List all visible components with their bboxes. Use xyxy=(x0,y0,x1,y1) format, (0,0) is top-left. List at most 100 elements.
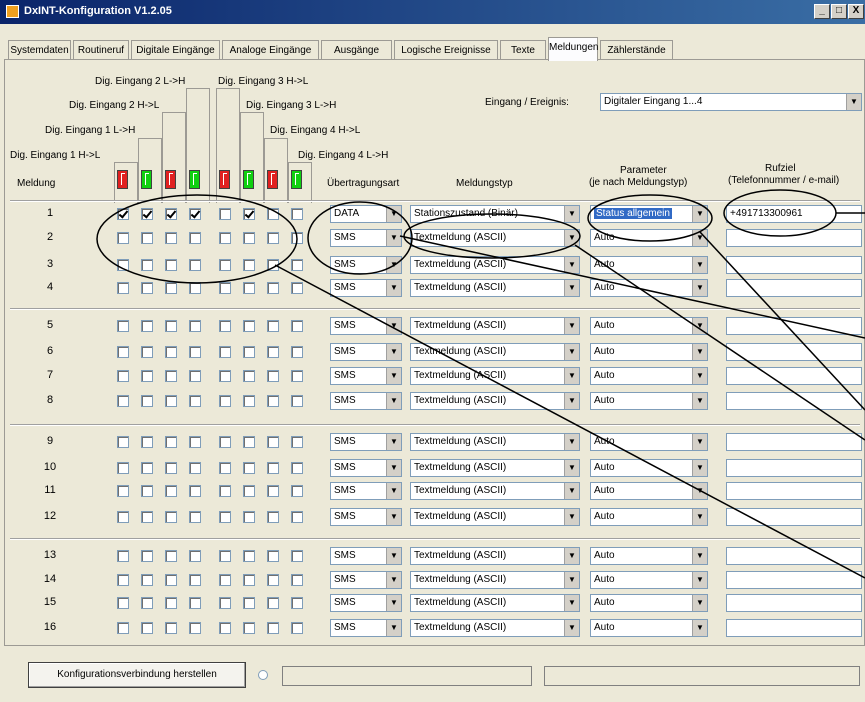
parameter-select[interactable]: Auto ▼ xyxy=(590,619,708,637)
event-checkbox[interactable] xyxy=(267,436,279,448)
event-checkbox[interactable] xyxy=(291,597,303,609)
rufziel-input[interactable]: +491713300961 xyxy=(726,205,862,223)
event-checkbox[interactable] xyxy=(291,320,303,332)
rufziel-input[interactable] xyxy=(726,392,862,410)
uebertragungsart-select[interactable]: SMS ▼ xyxy=(330,279,402,297)
meldungstyp-select[interactable]: Textmeldung (ASCII) ▼ xyxy=(410,229,580,247)
tab-routineruf[interactable]: Routineruf xyxy=(73,40,129,60)
event-checkbox[interactable] xyxy=(117,622,129,634)
parameter-select[interactable]: Auto ▼ xyxy=(590,482,708,500)
event-checkbox[interactable] xyxy=(291,370,303,382)
uebertragungsart-select[interactable]: SMS ▼ xyxy=(330,482,402,500)
event-checkbox[interactable] xyxy=(117,511,129,523)
event-checkbox[interactable] xyxy=(165,346,177,358)
meldungstyp-select[interactable]: Textmeldung (ASCII) ▼ xyxy=(410,547,580,565)
event-checkbox[interactable] xyxy=(165,395,177,407)
event-checkbox[interactable] xyxy=(243,436,255,448)
meldungstyp-select[interactable]: Textmeldung (ASCII) ▼ xyxy=(410,571,580,589)
event-checkbox[interactable] xyxy=(267,232,279,244)
event-checkbox[interactable] xyxy=(291,462,303,474)
event-checkbox[interactable] xyxy=(189,395,201,407)
meldungstyp-select[interactable]: Textmeldung (ASCII) ▼ xyxy=(410,392,580,410)
event-checkbox[interactable] xyxy=(189,622,201,634)
parameter-select[interactable]: Auto ▼ xyxy=(590,392,708,410)
event-checkbox[interactable] xyxy=(189,232,201,244)
event-checkbox[interactable] xyxy=(291,485,303,497)
uebertragungsart-select[interactable]: SMS ▼ xyxy=(330,317,402,335)
meldungstyp-select[interactable]: Textmeldung (ASCII) ▼ xyxy=(410,459,580,477)
event-checkbox[interactable] xyxy=(165,436,177,448)
event-checkbox[interactable] xyxy=(267,597,279,609)
event-checkbox[interactable] xyxy=(219,259,231,271)
event-checkbox[interactable] xyxy=(141,511,153,523)
event-checkbox[interactable] xyxy=(189,511,201,523)
event-checkbox[interactable] xyxy=(267,574,279,586)
meldungstyp-select[interactable]: Textmeldung (ASCII) ▼ xyxy=(410,279,580,297)
event-checkbox[interactable] xyxy=(243,462,255,474)
event-checkbox[interactable] xyxy=(117,597,129,609)
event-checkbox[interactable] xyxy=(291,550,303,562)
event-checkbox[interactable] xyxy=(243,208,255,220)
event-checkbox[interactable] xyxy=(117,462,129,474)
event-checkbox[interactable] xyxy=(291,232,303,244)
rufziel-input[interactable] xyxy=(726,547,862,565)
event-checkbox[interactable] xyxy=(267,370,279,382)
event-checkbox[interactable] xyxy=(165,232,177,244)
uebertragungsart-select[interactable]: SMS ▼ xyxy=(330,433,402,451)
event-checkbox[interactable] xyxy=(141,436,153,448)
parameter-select[interactable]: Auto ▼ xyxy=(590,229,708,247)
event-checkbox[interactable] xyxy=(141,208,153,220)
uebertragungsart-select[interactable]: SMS ▼ xyxy=(330,619,402,637)
event-checkbox[interactable] xyxy=(117,395,129,407)
event-checkbox[interactable] xyxy=(189,370,201,382)
event-checkbox[interactable] xyxy=(219,485,231,497)
event-checkbox[interactable] xyxy=(141,597,153,609)
tab-meldungen[interactable]: Meldungen xyxy=(548,37,598,61)
event-checkbox[interactable] xyxy=(219,320,231,332)
event-checkbox[interactable] xyxy=(219,346,231,358)
rufziel-input[interactable] xyxy=(726,229,862,247)
event-checkbox[interactable] xyxy=(267,282,279,294)
event-checkbox[interactable] xyxy=(117,208,129,220)
event-checkbox[interactable] xyxy=(267,259,279,271)
rufziel-input[interactable] xyxy=(726,433,862,451)
connection-radio[interactable] xyxy=(258,670,268,680)
event-checkbox[interactable] xyxy=(117,550,129,562)
event-checkbox[interactable] xyxy=(291,436,303,448)
event-checkbox[interactable] xyxy=(291,282,303,294)
event-checkbox[interactable] xyxy=(219,282,231,294)
event-checkbox[interactable] xyxy=(165,511,177,523)
rufziel-input[interactable] xyxy=(726,279,862,297)
parameter-select[interactable]: Auto ▼ xyxy=(590,594,708,612)
event-checkbox[interactable] xyxy=(219,574,231,586)
event-checkbox[interactable] xyxy=(243,232,255,244)
event-checkbox[interactable] xyxy=(243,395,255,407)
event-checkbox[interactable] xyxy=(117,574,129,586)
meldungstyp-select[interactable]: Textmeldung (ASCII) ▼ xyxy=(410,343,580,361)
event-checkbox[interactable] xyxy=(243,346,255,358)
tab-ausgänge[interactable]: Ausgänge xyxy=(321,40,392,60)
parameter-select[interactable]: Auto ▼ xyxy=(590,256,708,274)
event-checkbox[interactable] xyxy=(291,346,303,358)
event-checkbox[interactable] xyxy=(219,622,231,634)
uebertragungsart-select[interactable]: SMS ▼ xyxy=(330,508,402,526)
parameter-select[interactable]: Auto ▼ xyxy=(590,343,708,361)
event-checkbox[interactable] xyxy=(117,320,129,332)
event-checkbox[interactable] xyxy=(165,597,177,609)
event-checkbox[interactable] xyxy=(219,395,231,407)
tab-zählerstände[interactable]: Zählerstände xyxy=(600,40,673,60)
event-checkbox[interactable] xyxy=(165,320,177,332)
event-checkbox[interactable] xyxy=(117,282,129,294)
parameter-select[interactable]: Status allgemein ▼ xyxy=(590,205,708,223)
event-checkbox[interactable] xyxy=(243,597,255,609)
event-checkbox[interactable] xyxy=(267,320,279,332)
event-checkbox[interactable] xyxy=(141,232,153,244)
meldungstyp-select[interactable]: Textmeldung (ASCII) ▼ xyxy=(410,317,580,335)
event-checkbox[interactable] xyxy=(291,574,303,586)
event-checkbox[interactable] xyxy=(189,436,201,448)
event-checkbox[interactable] xyxy=(219,436,231,448)
event-checkbox[interactable] xyxy=(165,622,177,634)
event-checkbox[interactable] xyxy=(219,370,231,382)
event-checkbox[interactable] xyxy=(219,550,231,562)
event-checkbox[interactable] xyxy=(219,232,231,244)
